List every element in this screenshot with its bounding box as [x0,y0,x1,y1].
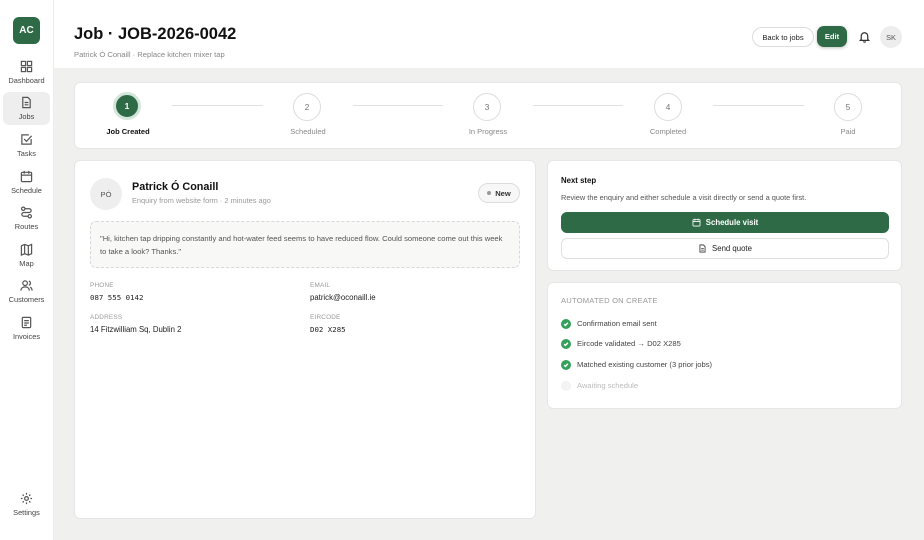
sidebar: AC Dashboard Jobs Tasks Schedule Routes … [0,0,54,540]
step-3-circle: 3 [473,93,501,121]
dashboard-icon [20,60,33,73]
document-icon [22,96,31,109]
automated-item-label: Confirmation email sent [577,319,657,328]
sidebar-item-label: Dashboard [8,76,45,85]
back-to-jobs-button[interactable]: Back to jobs [752,27,814,47]
sidebar-item-dashboard[interactable]: Dashboard [3,56,50,89]
gear-icon [20,492,33,505]
customer-name: Patrick Ó Conaill [132,181,219,193]
step-3-label: In Progress [468,127,508,136]
customer-card [74,160,536,519]
calendar-icon [692,218,701,227]
step-4-label: Completed [649,127,687,136]
sidebar-item-label: Jobs [18,112,35,121]
sidebar-item-invoices[interactable]: Invoices [3,312,50,345]
sidebar-item-settings[interactable]: Settings [3,488,50,521]
users-icon [20,280,33,291]
send-quote-button[interactable]: Send quote [561,238,889,259]
customer-avatar: PÓ [90,178,122,210]
edit-button[interactable]: Edit [817,26,847,47]
sidebar-item-label: Schedule [11,186,42,195]
schedule-visit-label: Schedule visit [705,218,759,227]
calendar-icon [20,170,33,183]
check-icon [561,338,571,349]
sidebar-item-label: Customers [8,295,45,304]
phone-label: PHONE [90,282,114,289]
step-connector [533,105,623,106]
sidebar-item-label: Routes [14,222,39,231]
schedule-visit-button[interactable]: Schedule visit [561,212,889,233]
app-logo[interactable]: AC [13,17,40,44]
sidebar-item-jobs[interactable]: Jobs [3,92,50,125]
address-label: ADDRESS [90,314,123,321]
automated-item: Confirmation email sent [561,318,657,329]
check-icon [561,318,571,329]
automated-item: Eircode validated → D02 X285 [561,338,681,349]
step-connector [713,105,804,106]
sidebar-item-map[interactable]: Map [3,239,50,272]
notifications-button[interactable] [858,30,871,43]
sidebar-item-schedule[interactable]: Schedule [3,166,50,199]
user-avatar[interactable]: SK [880,26,902,48]
checkbox-icon [21,134,33,145]
route-icon [20,206,33,219]
step-2-circle: 2 [293,93,321,121]
status-text: New [495,188,511,198]
step-5-circle: 5 [834,93,862,121]
email-value[interactable]: patrick@oconaill.ie [310,293,376,302]
status-dot [487,191,492,195]
pending-icon [561,380,571,391]
sidebar-item-customers[interactable]: Customers [3,275,50,308]
map-icon [20,243,33,256]
step-5-label: Paid [840,127,856,136]
address-value: 14 Fitzwilliam Sq, Dublin 2 [90,325,182,334]
eircode-label: EIRCODE [310,314,341,321]
sidebar-item-tasks[interactable]: Tasks [3,129,50,162]
automated-item-label: Awaiting schedule [577,381,639,390]
automated-item: Matched existing customer (3 prior jobs) [561,359,712,370]
sidebar-item-label: Settings [13,508,40,517]
sidebar-item-label: Invoices [12,332,41,341]
automated-item: Awaiting schedule [561,380,638,391]
document-icon [699,244,706,253]
step-1-label: Job Created [106,127,150,136]
automated-item-label: Matched existing customer (3 prior jobs) [577,360,713,369]
page-header: Job · JOB-2026-0042 Patrick Ó Conaill · … [54,0,924,68]
automated-item-label: Eircode validated → D02 X285 [577,339,681,348]
step-4-circle: 4 [654,93,682,121]
status-badge: New [478,183,520,203]
step-1-circle: 1 [113,92,141,120]
step-2-label: Scheduled [290,127,326,136]
page-title: Job · JOB-2026-0042 [74,25,237,43]
sidebar-item-label: Map [19,259,34,268]
sidebar-item-label: Tasks [17,149,36,158]
automated-title: AUTOMATED ON CREATE [561,296,658,305]
check-icon [561,359,571,370]
step-connector [353,105,443,106]
enquiry-message: "Hi, kitchen tap dripping constantly and… [90,221,520,268]
bell-icon [859,32,870,43]
enquiry-meta: Enquiry from website form · 2 minutes ag… [132,196,271,205]
sidebar-item-routes[interactable]: Routes [3,202,50,235]
send-quote-label: Send quote [712,244,752,253]
invoice-icon [21,316,32,329]
email-label: EMAIL [310,282,331,289]
step-connector [172,105,263,106]
eircode-value: D02 X285 [310,325,346,334]
next-step-description: Review the enquiry and either schedule a… [561,193,807,202]
phone-value[interactable]: 087 555 0142 [90,293,143,302]
next-step-title: Next step [561,176,597,185]
page-subtitle: Patrick Ó Conaill · Replace kitchen mixe… [74,50,225,59]
